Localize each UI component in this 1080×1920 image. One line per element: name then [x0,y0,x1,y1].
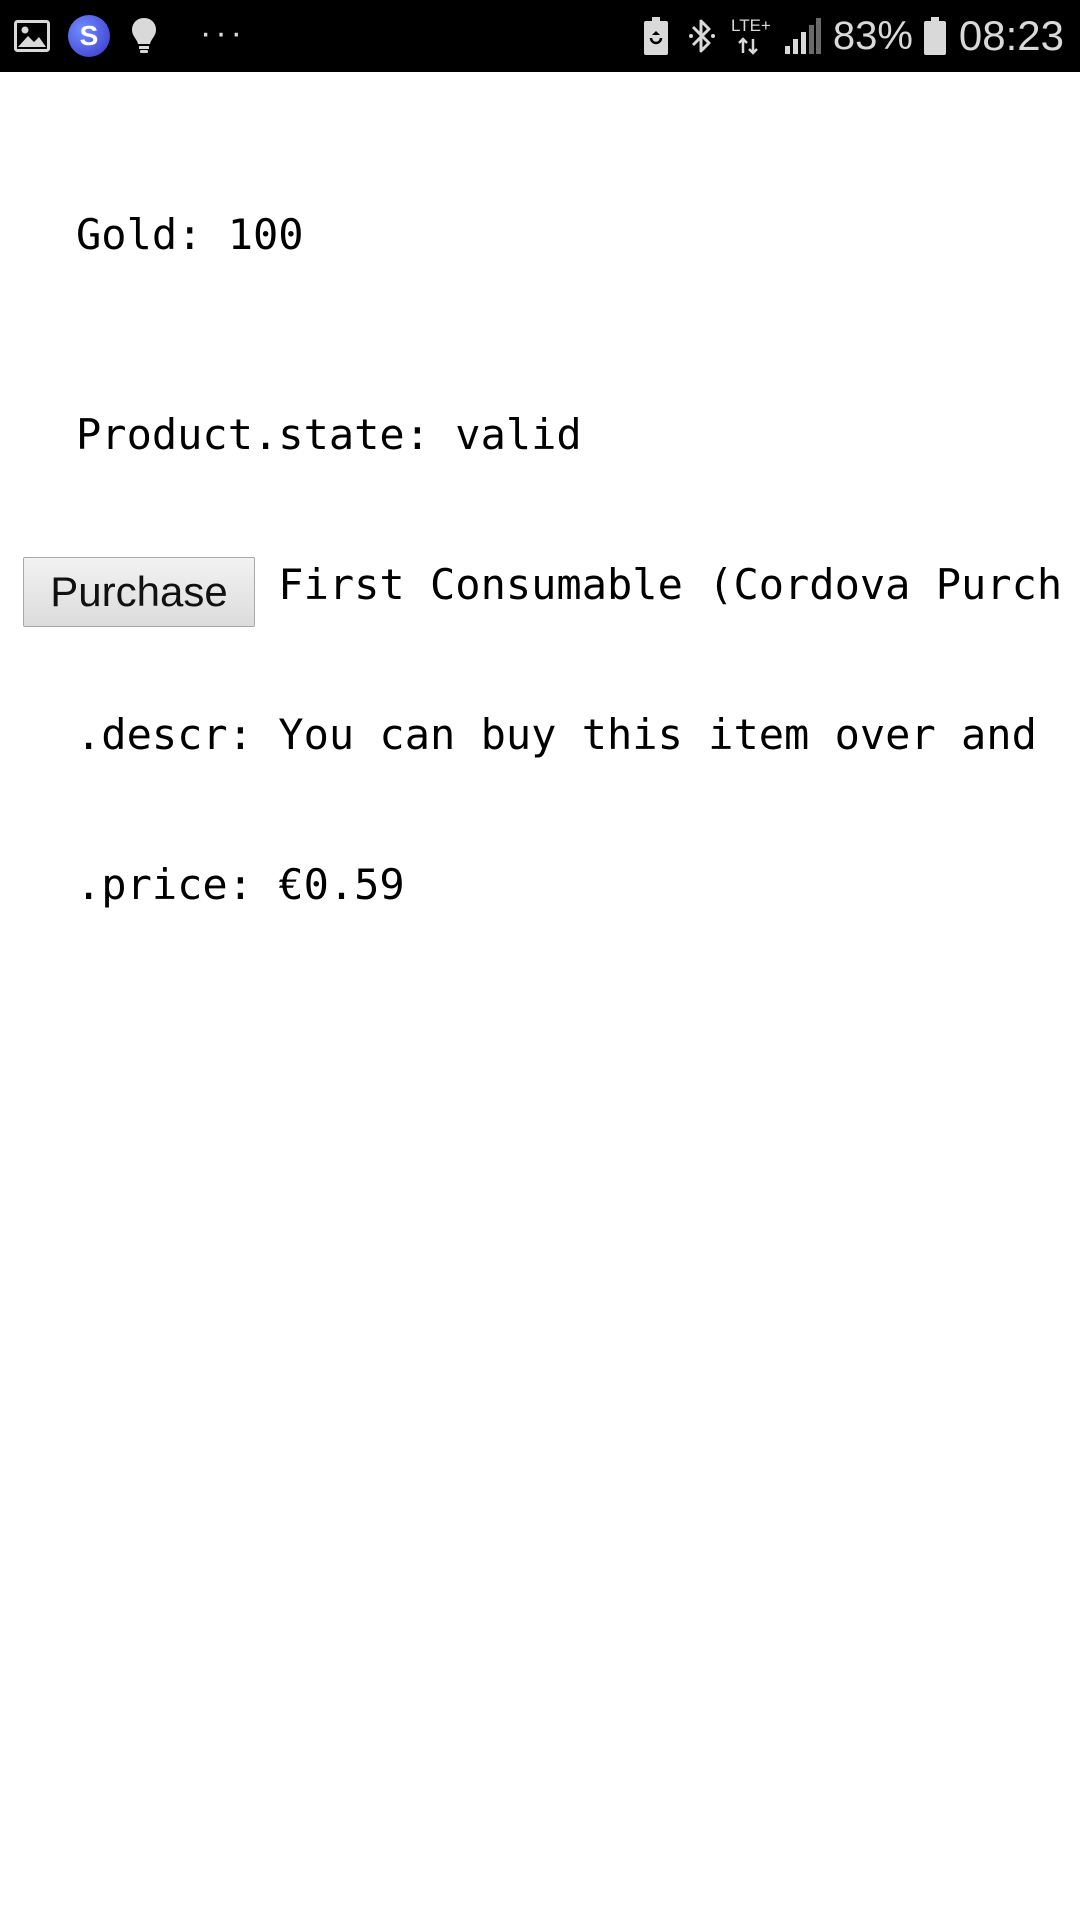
battery-percent: 83% [832,13,913,58]
lightbulb-icon [124,14,164,58]
signal-icon [783,18,821,54]
bluetooth-icon [685,16,719,56]
gallery-icon [12,16,52,56]
product-state: Product.state: valid [76,410,582,459]
network-label: LTE+ [731,16,771,35]
battery-saver-icon [643,16,669,56]
notification-icons: S ··· [12,0,246,72]
product-price: .price: €0.59 [76,860,405,909]
product-description: .descr: You can buy this item over and [76,710,1037,759]
gold-balance: Gold: 100 [76,210,304,259]
system-status: LTE+ 83% 08:23 [643,0,1064,72]
purchase-button[interactable]: Purchase [23,557,255,627]
battery-icon [923,16,947,56]
more-notifications-icon: ··· [200,13,246,52]
s-app-icon: S [68,15,110,57]
clock: 08:23 [958,12,1064,59]
store-info: Gold: 100 Product.state: valid .title: F… [76,110,1062,960]
status-bar: S ··· LTE+ 83% 08:23 [0,0,1080,72]
lte-plus-icon: LTE+ [729,15,777,57]
